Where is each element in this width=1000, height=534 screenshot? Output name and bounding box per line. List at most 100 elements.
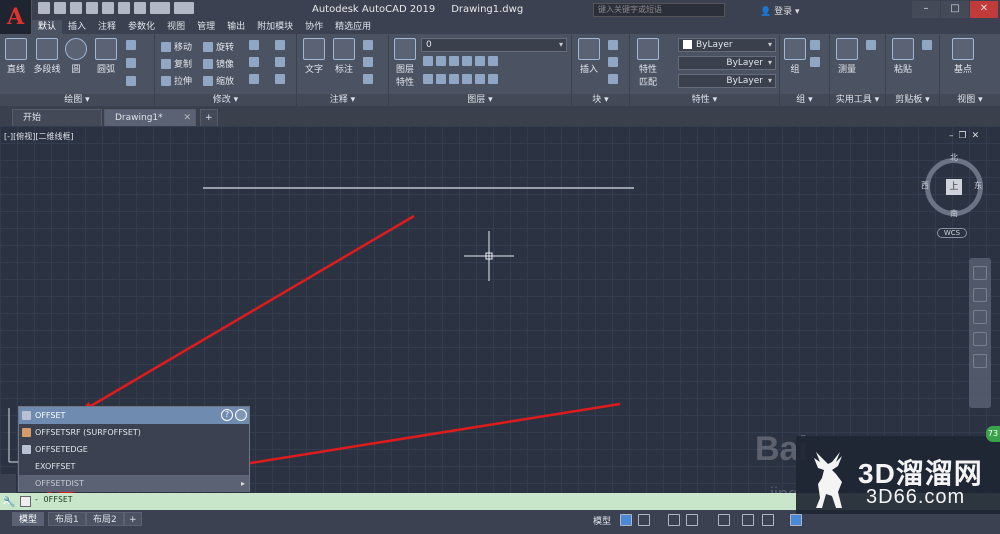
new-tab-button[interactable]: + bbox=[200, 109, 218, 126]
wcs-menu[interactable]: WCS bbox=[937, 228, 967, 238]
osnap-icon[interactable] bbox=[718, 514, 730, 526]
print-icon[interactable] bbox=[134, 2, 146, 14]
open-icon[interactable] bbox=[54, 2, 66, 14]
zoom-icon[interactable] bbox=[973, 310, 987, 324]
insert-button[interactable]: 插入 bbox=[576, 38, 602, 75]
panel-block-label[interactable]: 块 ▾ bbox=[572, 94, 629, 106]
snap-icon[interactable] bbox=[638, 514, 650, 526]
tab-layout2[interactable]: 布局2 bbox=[86, 512, 124, 526]
base-view-button[interactable]: 基点 bbox=[948, 38, 978, 75]
hatch-tool[interactable] bbox=[126, 58, 136, 68]
trim-tool[interactable] bbox=[249, 40, 259, 50]
tab-parametric[interactable]: 参数化 bbox=[122, 20, 161, 34]
panel-properties-label[interactable]: 特性 ▾ bbox=[630, 94, 779, 106]
help-icon[interactable]: ? bbox=[221, 409, 233, 421]
showmotion-icon[interactable] bbox=[973, 354, 987, 368]
new-icon[interactable] bbox=[38, 2, 50, 14]
saveas-icon[interactable] bbox=[86, 2, 98, 14]
lineweight-icon[interactable] bbox=[762, 514, 774, 526]
search-input[interactable]: 键入关键字或短语 bbox=[593, 3, 725, 17]
panel-modify-label[interactable]: 修改 ▾ bbox=[155, 94, 296, 106]
ungroup-tool[interactable] bbox=[810, 40, 820, 50]
erase-tool[interactable] bbox=[275, 40, 285, 50]
ortho-icon[interactable] bbox=[668, 514, 680, 526]
tab-insert[interactable]: 插入 bbox=[62, 20, 92, 34]
paste-button[interactable]: 粘贴 bbox=[890, 38, 916, 75]
leader-tool[interactable] bbox=[363, 57, 373, 67]
create-block-tool[interactable] bbox=[608, 40, 618, 50]
arc-button[interactable]: 圆弧 bbox=[92, 38, 120, 75]
measure-button[interactable]: 测量 bbox=[834, 38, 860, 75]
polyline-button[interactable]: 多段线 bbox=[30, 38, 64, 75]
steering-wheel-icon[interactable] bbox=[973, 266, 987, 280]
layer-tools-row1[interactable] bbox=[423, 56, 498, 66]
table-tool[interactable] bbox=[363, 74, 373, 84]
panel-clipboard-label[interactable]: 剪贴板 ▾ bbox=[886, 94, 939, 106]
move-button[interactable]: 移动 bbox=[161, 40, 192, 53]
group-button[interactable]: 组 bbox=[784, 38, 806, 75]
panel-layers-label[interactable]: 图层 ▾ bbox=[389, 94, 571, 106]
tab-annotate[interactable]: 注释 bbox=[92, 20, 122, 34]
panel-view-label[interactable]: 视图 ▾ bbox=[940, 94, 1000, 106]
tab-drawing1[interactable]: Drawing1* ✕ bbox=[104, 109, 196, 126]
tab-manage[interactable]: 管理 bbox=[191, 20, 221, 34]
match-properties-button[interactable]: 特性 匹配 bbox=[634, 38, 662, 88]
notification-badge[interactable]: 73 bbox=[986, 426, 1000, 442]
stretch-button[interactable]: 拉伸 bbox=[161, 74, 192, 87]
linetype-dropdown[interactable]: ByLayer ▾ bbox=[678, 56, 776, 70]
layer-tools-row2[interactable] bbox=[423, 74, 498, 84]
panel-annotation-label[interactable]: 注释 ▾ bbox=[297, 94, 388, 106]
autocomplete-item-offsetedge[interactable]: OFFSETEDGE bbox=[19, 441, 249, 458]
annotation-scale-icon[interactable] bbox=[790, 514, 802, 526]
mirror-button[interactable]: 镜像 bbox=[203, 57, 234, 70]
rectangle-tool[interactable] bbox=[126, 40, 136, 50]
close-icon[interactable]: ✕ bbox=[970, 1, 998, 18]
offset-tool[interactable] bbox=[275, 74, 285, 84]
minimize-icon[interactable]: – bbox=[949, 131, 954, 141]
attribute-tool[interactable] bbox=[608, 74, 618, 84]
viewcube-east[interactable]: 东 bbox=[974, 180, 982, 191]
web-mobile-open-icon[interactable] bbox=[102, 2, 114, 14]
tab-addins[interactable]: 附加模块 bbox=[251, 20, 299, 34]
line-button[interactable]: 直线 bbox=[4, 38, 28, 75]
autocomplete-item-offsetdist[interactable]: OFFSETDIST ▸ bbox=[19, 475, 249, 492]
autocomplete-item-offsetsrf[interactable]: OFFSETSRF (SURFOFFSET) bbox=[19, 424, 249, 441]
close-icon[interactable]: ✕ bbox=[183, 110, 191, 127]
linear-dim-tool[interactable] bbox=[363, 40, 373, 50]
fillet-tool[interactable] bbox=[249, 57, 259, 67]
web-search-icon[interactable] bbox=[235, 409, 247, 421]
edit-block-tool[interactable] bbox=[608, 57, 618, 67]
undo-icon[interactable] bbox=[150, 2, 170, 14]
login-button[interactable]: 👤 登录 ▾ bbox=[760, 4, 799, 17]
viewport-controls[interactable]: [-][俯视][二维线框] bbox=[4, 131, 74, 142]
layer-properties-button[interactable]: 图层 特性 bbox=[392, 38, 418, 88]
minimize-icon[interactable]: – bbox=[912, 1, 940, 18]
redo-icon[interactable] bbox=[174, 2, 194, 14]
orbit-icon[interactable] bbox=[973, 332, 987, 346]
scale-button[interactable]: 缩放 bbox=[203, 74, 234, 87]
tab-view[interactable]: 视图 bbox=[161, 20, 191, 34]
panel-draw-label[interactable]: 绘图 ▾ bbox=[0, 94, 154, 106]
command-input[interactable]: - OFFSET bbox=[34, 495, 73, 504]
maximize-icon[interactable]: □ bbox=[941, 1, 969, 18]
explode-tool[interactable] bbox=[275, 57, 285, 67]
panel-groups-label[interactable]: 组 ▾ bbox=[780, 94, 829, 106]
rotate-button[interactable]: 旋转 bbox=[203, 40, 234, 53]
polar-icon[interactable] bbox=[686, 514, 698, 526]
circle-button[interactable]: 圆 bbox=[64, 38, 88, 75]
web-mobile-save-icon[interactable] bbox=[118, 2, 130, 14]
layer-dropdown[interactable]: 0 ▾ bbox=[421, 38, 567, 52]
panel-utilities-label[interactable]: 实用工具 ▾ bbox=[830, 94, 885, 106]
boundary-tool[interactable] bbox=[126, 76, 136, 86]
otrack-icon[interactable] bbox=[742, 514, 754, 526]
array-tool[interactable] bbox=[249, 74, 259, 84]
viewcube-west[interactable]: 西 bbox=[921, 180, 929, 191]
close-icon[interactable]: ✕ bbox=[972, 131, 980, 141]
pan-icon[interactable] bbox=[973, 288, 987, 302]
model-space-toggle[interactable]: 模型 bbox=[593, 514, 611, 527]
tab-collaborate[interactable]: 协作 bbox=[299, 20, 329, 34]
application-menu-button[interactable]: A bbox=[0, 0, 32, 34]
copy-clip-tool[interactable] bbox=[922, 40, 932, 50]
group-edit-tool[interactable] bbox=[810, 57, 820, 67]
color-dropdown[interactable]: ByLayer ▾ bbox=[678, 38, 776, 52]
